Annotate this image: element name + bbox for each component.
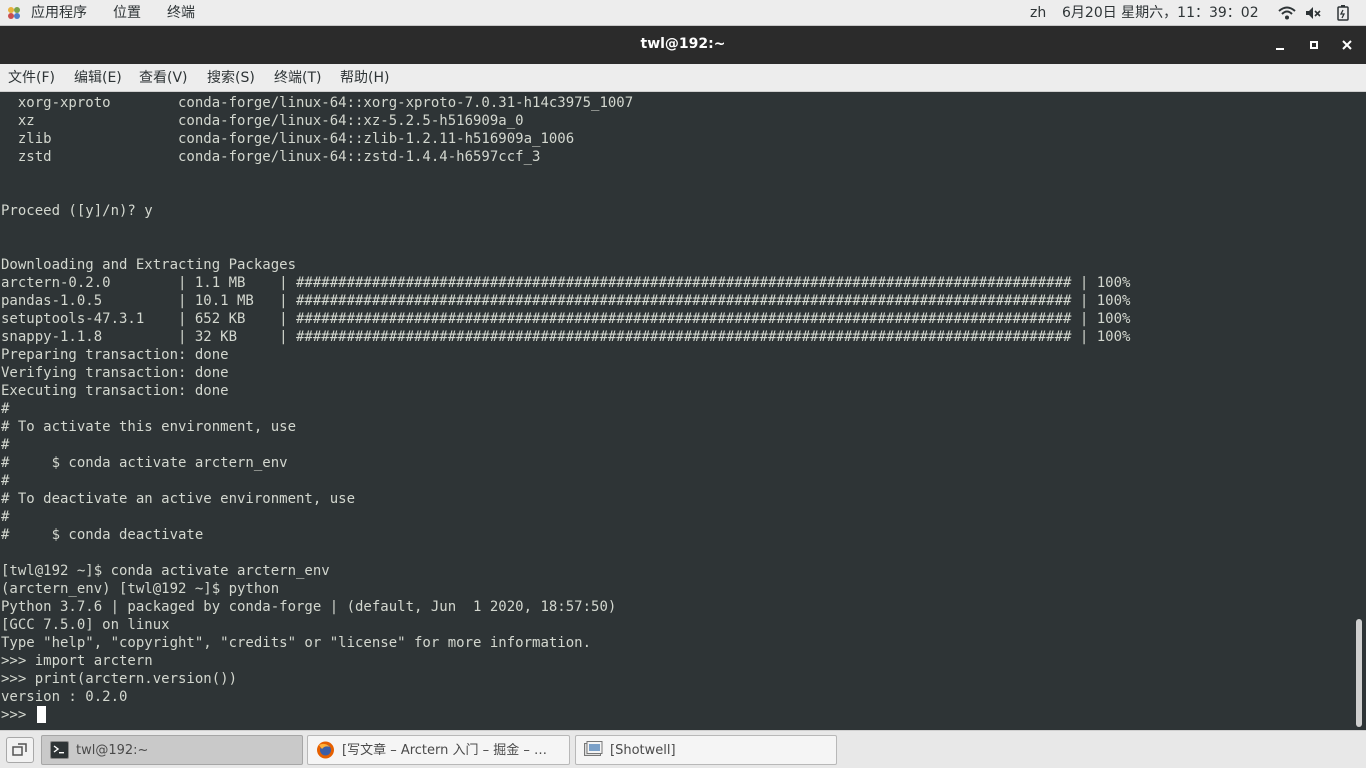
terminal-line: (arctern_env) [twl@192 ~]$ python (1, 581, 280, 597)
terminal-line: zlib conda-forge/linux-64::zlib-1.2.11-h… (1, 131, 575, 147)
terminal-line: # To activate this environment, use (1, 419, 297, 435)
terminal-line: [GCC 7.5.0] on linux (1, 617, 170, 633)
terminal-line: zstd conda-forge/linux-64::zstd-1.4.4-h6… (1, 149, 541, 165)
terminal-line: # $ conda activate arctern_env (1, 455, 288, 471)
terminal-icon (50, 741, 69, 759)
terminal-scrollbar[interactable] (1354, 92, 1366, 730)
taskbar-item-terminal[interactable]: twl@192:~ (41, 735, 303, 765)
terminal-line: version : 0.2.0 (1, 689, 128, 705)
taskbar: twl@192:~ [写文章 – Arctern 入门 – 掘金 – … [Sh… (0, 730, 1366, 768)
taskbar-item-label: twl@192:~ (76, 743, 149, 758)
terminal-line: Proceed ([y]/n)? y (1, 203, 153, 219)
terminal-line: Verifying transaction: done (1, 365, 229, 381)
menu-bar: 文件(F) 编辑(E) 查看(V) 搜索(S) 终端(T) 帮助(H) (0, 64, 1366, 92)
show-desktop-button[interactable] (6, 737, 34, 763)
terminal-line: # (1, 473, 10, 489)
terminal-line: >>> (1, 707, 35, 723)
clock[interactable]: 6月20日 星期六，11：39：02 (1062, 4, 1259, 22)
terminal-line: Downloading and Extracting Packages (1, 257, 297, 273)
terminal-line: # (1, 437, 10, 453)
window-title: twl@192:~ (640, 36, 726, 52)
shotwell-icon (584, 741, 603, 756)
terminal-line: snappy-1.1.8 | 32 KB | #################… (1, 329, 1131, 345)
terminal-line: >>> import arctern (1, 653, 153, 669)
taskbar-item-shotwell[interactable]: [Shotwell] (575, 735, 837, 765)
terminal-cursor (37, 706, 46, 723)
window-titlebar[interactable]: twl@192:~ (0, 26, 1366, 64)
terminal-line: # $ conda deactivate (1, 527, 204, 543)
menu-search[interactable]: 搜索(S) (207, 69, 255, 87)
terminal-line: >>> print(arctern.version()) (1, 671, 238, 687)
top-panel: 应用程序 位置 终端 zh 6月20日 星期六，11：39：02 (0, 0, 1366, 26)
applications-menu[interactable]: 应用程序 (31, 4, 87, 22)
terminal-line: arctern-0.2.0 | 1.1 MB | ###############… (1, 275, 1131, 291)
terminal-lines: xorg-xproto conda-forge/linux-64::xorg-x… (1, 94, 1130, 724)
terminal-line: # To deactivate an active environment, u… (1, 491, 356, 507)
menu-edit[interactable]: 编辑(E) (74, 69, 122, 87)
taskbar-item-firefox[interactable]: [写文章 – Arctern 入门 – 掘金 – … (307, 735, 570, 765)
input-method-indicator[interactable]: zh (1030, 4, 1046, 22)
terminal-line: pandas-1.0.5 | 10.1 MB | ###############… (1, 293, 1131, 309)
minimize-button[interactable] (1271, 36, 1289, 54)
volume-icon[interactable] (1305, 6, 1323, 20)
close-button[interactable] (1338, 36, 1356, 54)
terminal-app-menu[interactable]: 终端 (167, 4, 195, 22)
terminal-line: Preparing transaction: done (1, 347, 229, 363)
applications-icon[interactable] (7, 6, 21, 20)
scrollbar-thumb[interactable] (1356, 619, 1362, 727)
terminal-line: xorg-xproto conda-forge/linux-64::xorg-x… (1, 95, 634, 111)
taskbar-item-label: [写文章 – Arctern 入门 – 掘金 – … (342, 743, 548, 758)
terminal-output[interactable]: xorg-xproto conda-forge/linux-64::xorg-x… (0, 92, 1354, 730)
show-desktop-icon (12, 743, 27, 756)
menu-file[interactable]: 文件(F) (8, 69, 55, 87)
places-menu[interactable]: 位置 (113, 4, 141, 22)
menu-view[interactable]: 查看(V) (139, 69, 188, 87)
terminal-line: [twl@192 ~]$ conda activate arctern_env (1, 563, 330, 579)
terminal-line: Python 3.7.6 | packaged by conda-forge |… (1, 599, 617, 615)
taskbar-item-label: [Shotwell] (610, 743, 676, 758)
terminal-line: setuptools-47.3.1 | 652 KB | ###########… (1, 311, 1131, 327)
terminal-line: # (1, 401, 10, 417)
power-battery-icon[interactable] (1336, 5, 1350, 21)
terminal-line: Executing transaction: done (1, 383, 229, 399)
terminal-line: # (1, 509, 10, 525)
terminal-line: Type "help", "copyright", "credits" or "… (1, 635, 592, 651)
menu-terminal[interactable]: 终端(T) (274, 69, 321, 87)
maximize-button[interactable] (1305, 36, 1323, 54)
menu-help[interactable]: 帮助(H) (340, 69, 389, 87)
firefox-icon (317, 741, 334, 759)
wifi-icon[interactable] (1278, 6, 1296, 20)
terminal-line: xz conda-forge/linux-64::xz-5.2.5-h51690… (1, 113, 524, 129)
